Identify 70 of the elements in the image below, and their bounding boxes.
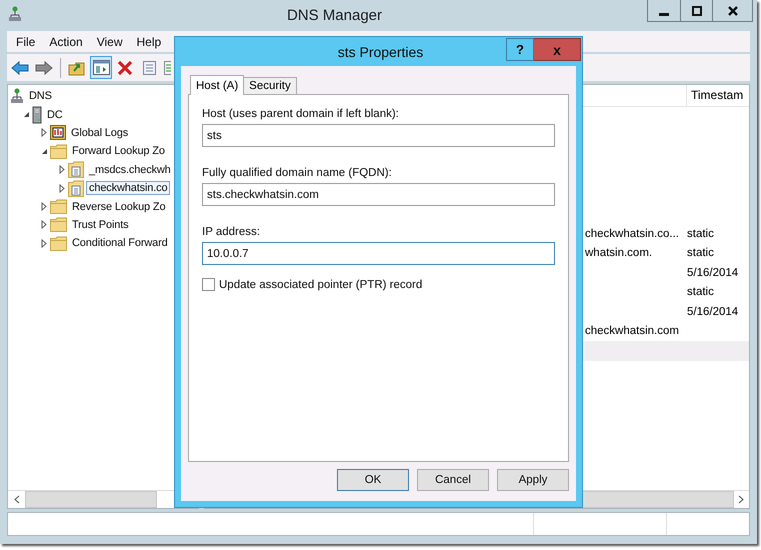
tab[interactable]: Security	[243, 77, 297, 94]
zone-folder-icon	[68, 180, 84, 197]
properties-icon	[142, 60, 156, 76]
folder-icon	[50, 217, 67, 232]
field-label: Host (uses parent domain if left blank):	[202, 108, 400, 120]
checkbox-label: Update associated pointer (PTR) record	[219, 278, 422, 290]
table-cell: 5/16/2014	[687, 306, 738, 318]
expanded-arrow-icon[interactable]	[22, 111, 30, 118]
close-button[interactable]: x	[534, 38, 581, 61]
collapsed-arrow-icon[interactable]	[59, 165, 65, 174]
collapsed-arrow-icon[interactable]	[59, 184, 65, 193]
maximize-icon	[692, 6, 702, 16]
input-field[interactable]: sts	[202, 124, 555, 147]
collapsed-arrow-icon[interactable]	[41, 238, 47, 248]
tree-item[interactable]: Reverse Lookup Zo	[69, 200, 168, 214]
collapsed-arrow-icon[interactable]	[41, 202, 47, 212]
app-icon	[8, 6, 22, 22]
window-title: DNS Manager	[286, 6, 384, 24]
maximize-button[interactable]	[680, 0, 712, 21]
help-button[interactable]: ?	[506, 38, 534, 61]
dialog-title: sts Properties	[336, 43, 424, 60]
collapsed-arrow-icon[interactable]	[41, 128, 47, 138]
tree-item[interactable]: checkwhatsin.co	[86, 181, 170, 196]
folder-icon	[50, 199, 67, 214]
export-list-icon	[163, 60, 171, 76]
toolbar-button[interactable]	[90, 56, 112, 79]
dialog-button[interactable]: Apply	[497, 469, 569, 491]
tree-item[interactable]: DNS	[26, 89, 55, 104]
tab[interactable]: Host (A)	[190, 75, 244, 95]
menu-item[interactable]: View	[90, 34, 130, 48]
table-cell: checkwhatsin.co...	[585, 228, 679, 240]
dialog-button[interactable]: OK	[337, 469, 409, 491]
delete-icon	[117, 60, 133, 76]
close-button[interactable]	[712, 0, 752, 21]
table-cell: whatsin.com.	[585, 247, 652, 260]
menu-item[interactable]: Action	[42, 34, 90, 48]
dialog-button[interactable]: Cancel	[417, 469, 489, 491]
column-header[interactable]: Timestam	[686, 85, 749, 106]
tree-item[interactable]: Global Logs	[68, 126, 132, 140]
network-icon	[10, 88, 24, 104]
folder-icon	[50, 144, 67, 159]
forward-arrow-icon	[35, 60, 53, 74]
console-tree-icon	[92, 60, 110, 75]
scrollbar-thumb[interactable]	[25, 491, 157, 508]
log-icon	[50, 125, 66, 140]
server-icon	[32, 106, 42, 124]
tree-item[interactable]: Trust Points	[69, 218, 132, 232]
expanded-arrow-icon[interactable]	[40, 148, 48, 155]
table-cell: 5/16/2014	[687, 266, 738, 279]
menu-item[interactable]: File	[9, 34, 42, 48]
tree-item[interactable]: DC	[44, 108, 66, 122]
table-cell: checkwhatsin.com	[585, 325, 679, 338]
checkbox[interactable]	[202, 278, 215, 291]
input-field[interactable]: sts.checkwhatsin.com	[202, 183, 555, 206]
table-cell: static	[687, 228, 714, 240]
menu-item[interactable]: Help	[130, 34, 168, 48]
input-field[interactable]: 10.0.0.7	[202, 242, 555, 265]
back-arrow-icon	[11, 60, 29, 74]
field-label: Fully qualified domain name (FQDN):	[202, 167, 393, 179]
close-icon	[728, 6, 738, 16]
folder-icon	[50, 236, 67, 251]
tree-item[interactable]: _msdcs.checkwh	[86, 162, 174, 177]
folder-up-icon	[68, 60, 86, 76]
minimize-icon	[659, 12, 669, 16]
field-label: IP address:	[202, 226, 261, 238]
table-cell: static	[687, 247, 714, 260]
zone-folder-icon	[68, 161, 84, 178]
collapsed-arrow-icon[interactable]	[41, 220, 47, 230]
tree-item[interactable]: Forward Lookup Zo	[69, 144, 168, 158]
tree-item[interactable]: Conditional Forward	[69, 236, 171, 250]
